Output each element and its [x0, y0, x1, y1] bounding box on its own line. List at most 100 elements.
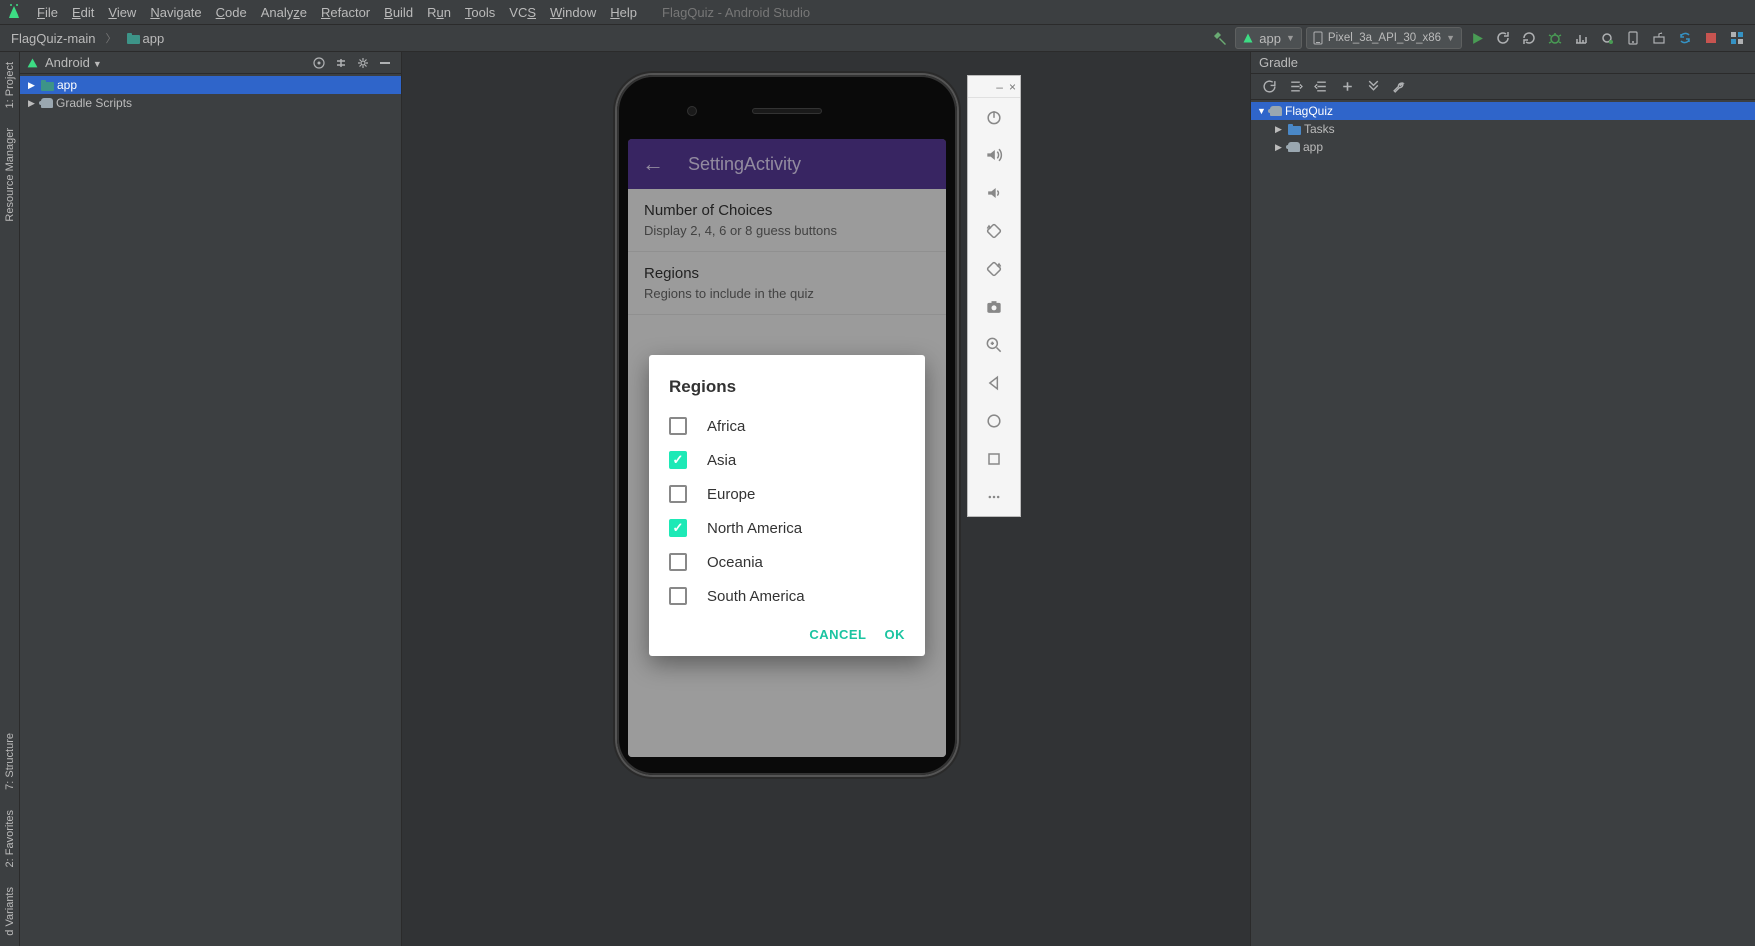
gradle-node-tasks[interactable]: ▶ Tasks: [1251, 120, 1755, 138]
gradle-elephant-icon: [1270, 106, 1282, 116]
breadcrumb-app[interactable]: app: [123, 31, 169, 46]
run-button-icon[interactable]: [1466, 27, 1488, 49]
tree-label: FlagQuiz: [1285, 104, 1333, 118]
menu-file[interactable]: File: [30, 5, 65, 20]
menu-code[interactable]: Code: [209, 5, 254, 20]
region-option-south-america[interactable]: South America: [649, 579, 925, 613]
menu-view[interactable]: View: [101, 5, 143, 20]
nav-right-controls: app ▼ Pixel_3a_API_30_x86 ▼: [1209, 27, 1748, 49]
project-view-selector[interactable]: Android▼: [45, 55, 102, 70]
select-opened-file-icon[interactable]: [309, 53, 329, 73]
search-button[interactable]: [1726, 27, 1748, 49]
gradle-wrench-icon[interactable]: [1387, 75, 1411, 99]
emu-volume-down-icon[interactable]: [968, 174, 1020, 212]
emu-volume-up-icon[interactable]: [968, 136, 1020, 174]
menu-window[interactable]: Window: [543, 5, 603, 20]
gradle-refresh-icon[interactable]: [1257, 75, 1281, 99]
apply-changes-icon[interactable]: [1492, 27, 1514, 49]
editor-area: ← SettingActivity Number of Choices Disp…: [402, 52, 1250, 946]
apply-code-icon[interactable]: [1518, 27, 1540, 49]
region-label: North America: [707, 520, 802, 537]
menu-edit[interactable]: Edit: [65, 5, 101, 20]
dialog-cancel-button[interactable]: CANCEL: [809, 627, 866, 642]
tree-node-app[interactable]: ▶ app: [20, 76, 401, 94]
folder-icon: [1288, 124, 1301, 135]
profiler-icon[interactable]: [1570, 27, 1592, 49]
tab-favorites[interactable]: 2: Favorites: [2, 800, 18, 877]
gradle-expand-icon[interactable]: [1361, 75, 1385, 99]
avd-icon[interactable]: [1622, 27, 1644, 49]
menu-refactor[interactable]: Refactor: [314, 5, 377, 20]
emu-more-icon[interactable]: [968, 478, 1020, 516]
menu-run[interactable]: Run: [420, 5, 458, 20]
tab-structure[interactable]: 7: Structure: [2, 723, 18, 800]
tree-label: app: [1303, 140, 1323, 154]
gradle-node-app[interactable]: ▶ app: [1251, 138, 1755, 156]
checkbox-icon[interactable]: [669, 587, 687, 605]
emu-back-icon[interactable]: [968, 364, 1020, 402]
menu-navigate[interactable]: Navigate: [143, 5, 208, 20]
emu-minimize-icon[interactable]: –: [996, 80, 1003, 94]
emu-close-icon[interactable]: ×: [1009, 80, 1016, 94]
gradle-elephant-icon: [41, 98, 53, 108]
region-option-oceania[interactable]: Oceania: [649, 545, 925, 579]
region-option-africa[interactable]: Africa: [649, 409, 925, 443]
tab-build-variants[interactable]: d Variants: [2, 877, 18, 946]
checkbox-icon[interactable]: [669, 553, 687, 571]
checkbox-icon[interactable]: [669, 485, 687, 503]
menu-tools[interactable]: Tools: [458, 5, 502, 20]
settings-gear-icon[interactable]: [353, 53, 373, 73]
gradle-tool-window: Gradle ▼ FlagQuiz ▶ Tasks ▶ app: [1250, 52, 1755, 946]
nav-toolbar: FlagQuiz-main 〉 app app ▼ Pixel_3a_API_3…: [0, 25, 1755, 52]
tab-resource-manager[interactable]: Resource Manager: [2, 118, 18, 232]
checkbox-icon[interactable]: [669, 519, 687, 537]
gradle-node-root[interactable]: ▼ FlagQuiz: [1251, 102, 1755, 120]
emu-home-icon[interactable]: [968, 402, 1020, 440]
build-hammer-icon[interactable]: [1209, 27, 1231, 49]
emu-rotate-right-icon[interactable]: [968, 250, 1020, 288]
collapse-arrow-icon: ▼: [1257, 106, 1267, 116]
region-option-north-america[interactable]: North America: [649, 511, 925, 545]
tab-project[interactable]: 1: Project: [2, 52, 18, 118]
emulator-screen[interactable]: ← SettingActivity Number of Choices Disp…: [628, 139, 946, 757]
region-option-asia[interactable]: Asia: [649, 443, 925, 477]
gradle-panel-header: Gradle: [1251, 52, 1755, 74]
emulator-device-frame: ← SettingActivity Number of Choices Disp…: [617, 75, 957, 775]
menu-analyze[interactable]: Analyze: [254, 5, 314, 20]
emu-overview-icon[interactable]: [968, 440, 1020, 478]
menu-vcs[interactable]: VCS: [502, 5, 543, 20]
dialog-ok-button[interactable]: OK: [885, 627, 906, 642]
hide-panel-icon[interactable]: [375, 53, 395, 73]
collapse-all-icon[interactable]: [331, 53, 351, 73]
emu-rotate-left-icon[interactable]: [968, 212, 1020, 250]
main-menubar: File Edit View Navigate Code Analyze Ref…: [0, 0, 1755, 25]
menu-help[interactable]: Help: [603, 5, 644, 20]
attach-debugger-icon[interactable]: [1596, 27, 1618, 49]
dialog-actions: CANCEL OK: [649, 613, 925, 656]
project-panel-header: Android▼: [20, 52, 401, 74]
emu-screenshot-icon[interactable]: [968, 288, 1020, 326]
gradle-execute-icon[interactable]: [1309, 75, 1333, 99]
regions-dialog: Regions AfricaAsiaEuropeNorth AmericaOce…: [649, 355, 925, 656]
stop-button[interactable]: [1700, 27, 1722, 49]
device-dropdown[interactable]: Pixel_3a_API_30_x86 ▼: [1306, 27, 1462, 49]
checkbox-icon[interactable]: [669, 451, 687, 469]
breadcrumb-root[interactable]: FlagQuiz-main: [7, 31, 100, 46]
sdk-icon[interactable]: [1648, 27, 1670, 49]
region-label: Europe: [707, 486, 755, 503]
menu-build[interactable]: Build: [377, 5, 420, 20]
gradle-elephant-icon: [1288, 142, 1300, 152]
breadcrumb: FlagQuiz-main 〉 app: [7, 30, 168, 46]
expand-arrow-icon: ▶: [28, 98, 38, 109]
emu-zoom-icon[interactable]: [968, 326, 1020, 364]
tree-node-gradle-scripts[interactable]: ▶ Gradle Scripts: [20, 94, 401, 112]
debug-icon[interactable]: [1544, 27, 1566, 49]
gradle-add-icon[interactable]: [1335, 75, 1359, 99]
region-option-europe[interactable]: Europe: [649, 477, 925, 511]
region-label: Asia: [707, 452, 736, 469]
run-config-dropdown[interactable]: app ▼: [1235, 27, 1302, 49]
gradle-attach-icon[interactable]: [1283, 75, 1307, 99]
sync-icon[interactable]: [1674, 27, 1696, 49]
checkbox-icon[interactable]: [669, 417, 687, 435]
emu-power-icon[interactable]: [968, 98, 1020, 136]
